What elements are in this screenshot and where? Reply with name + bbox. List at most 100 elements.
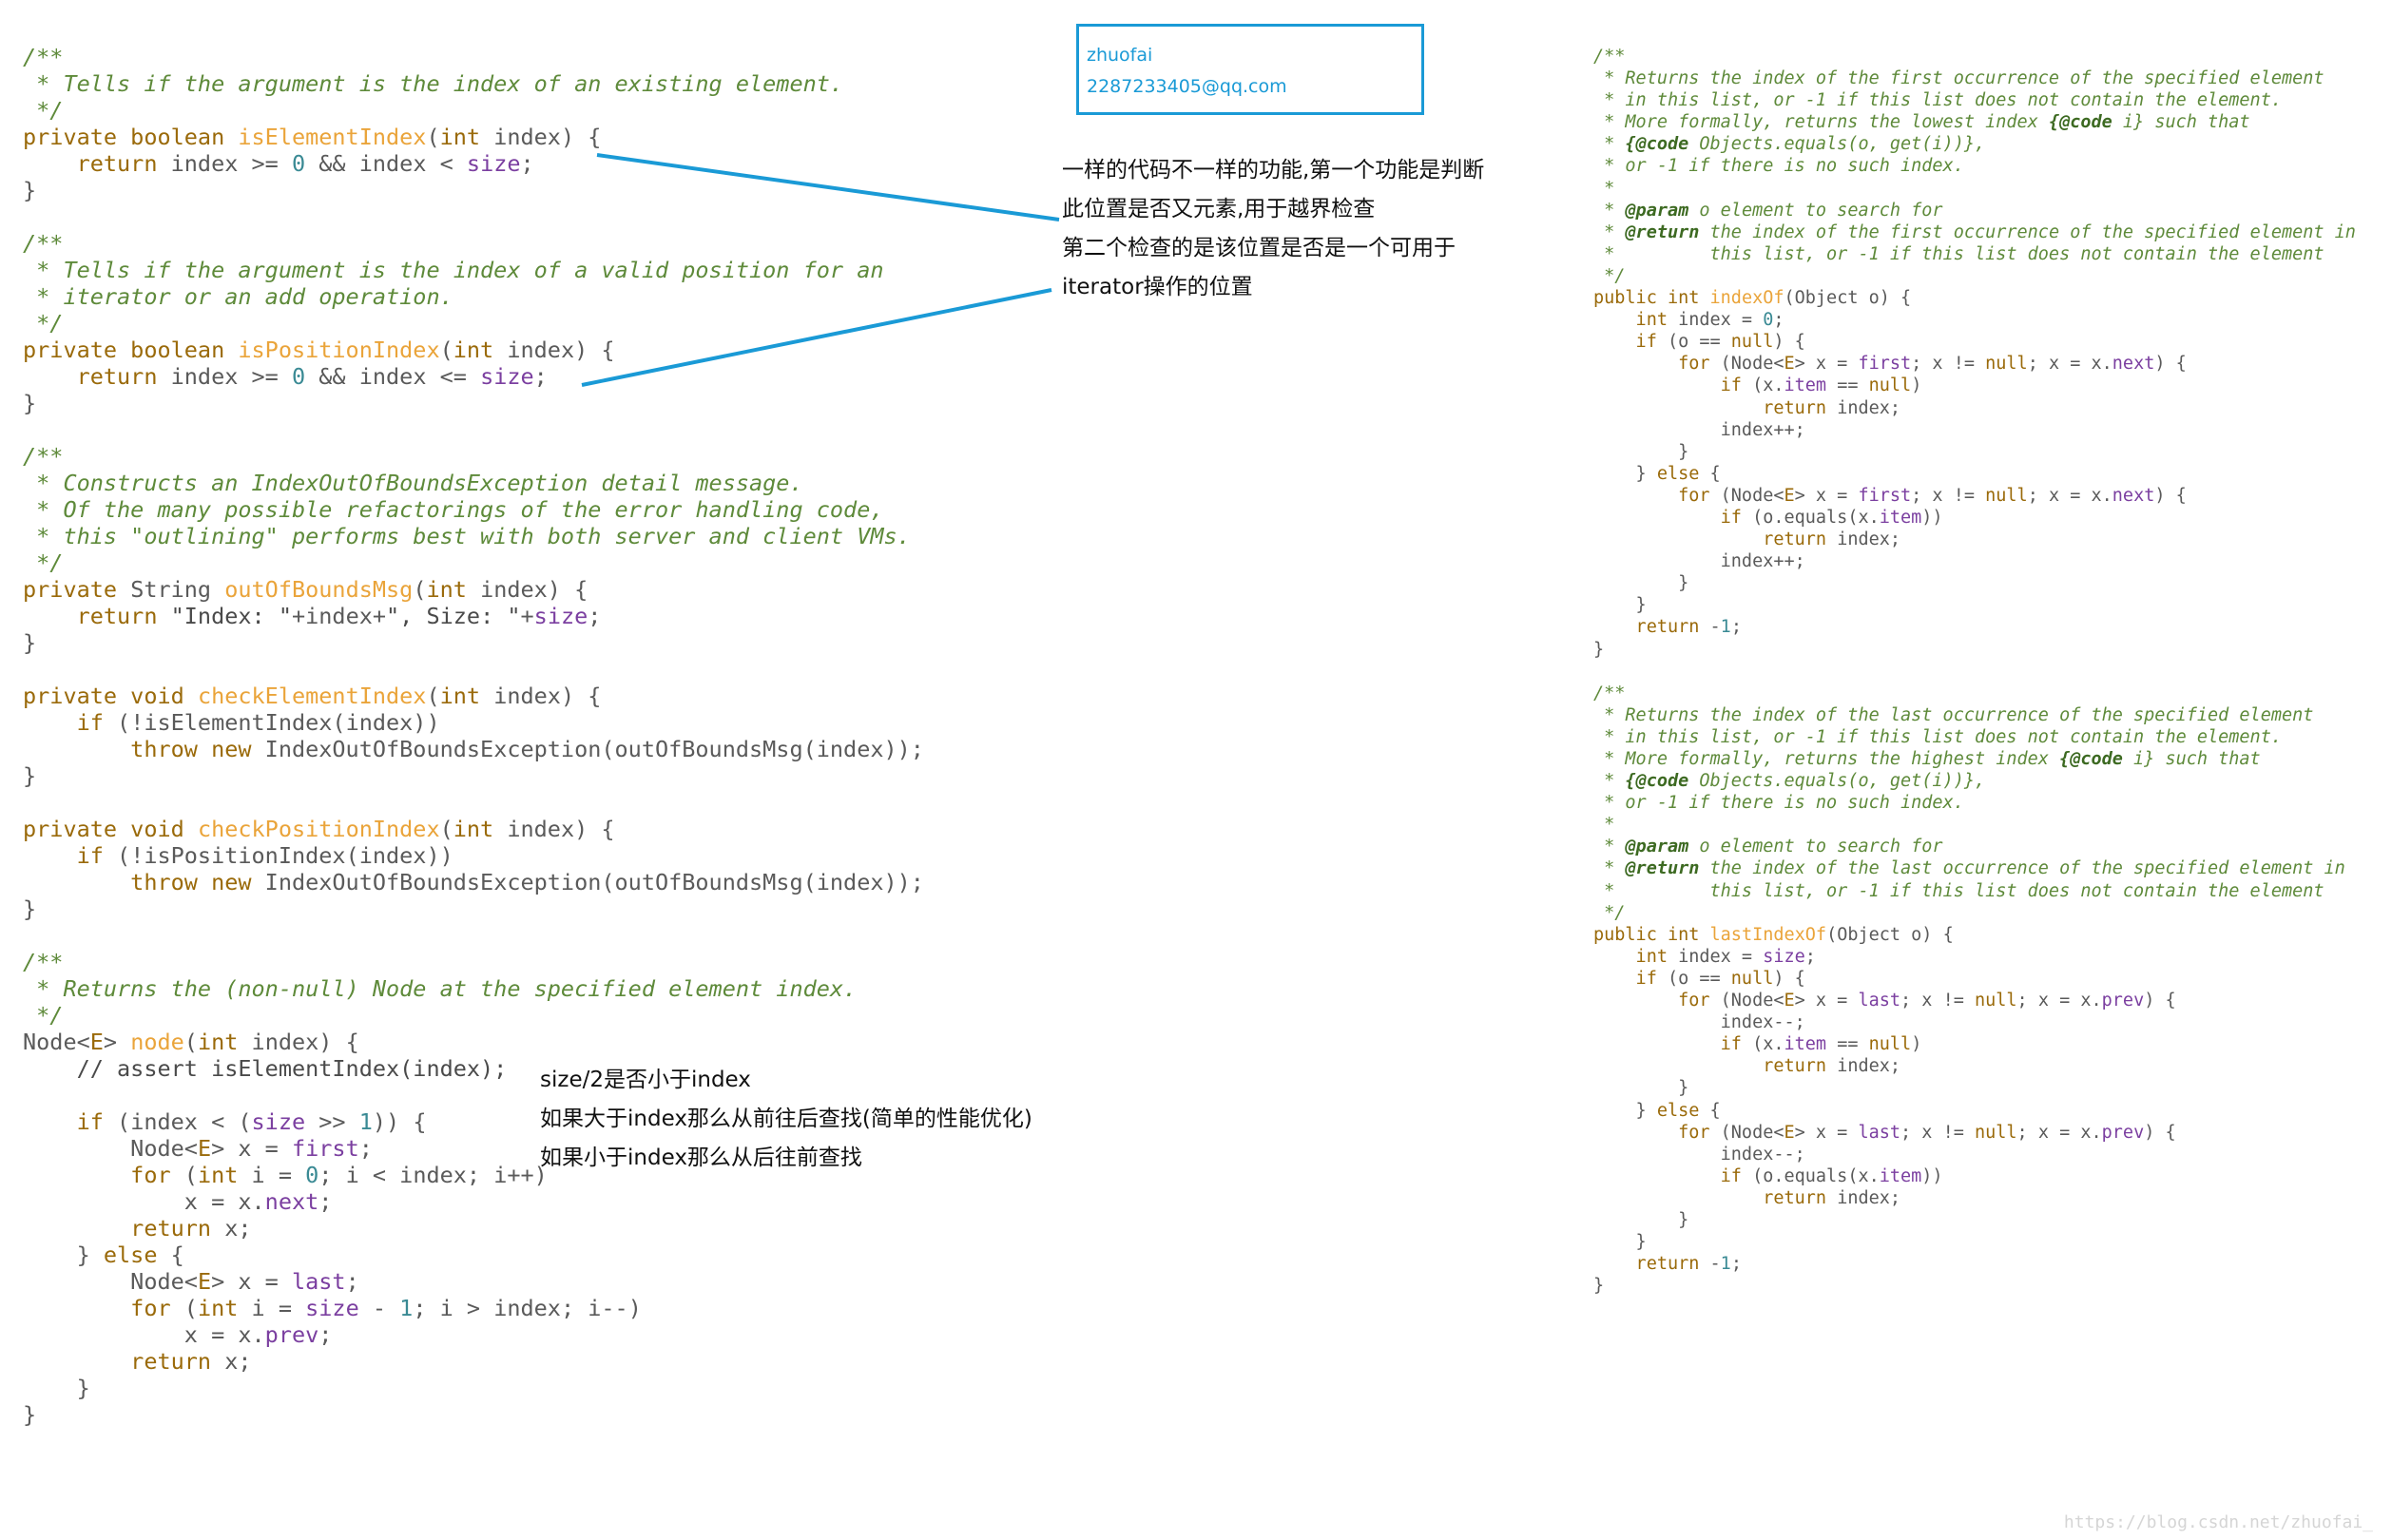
code-line: return index; [1593, 397, 2356, 419]
code-token: i} such that [2112, 112, 2250, 133]
code-token: /** [1593, 683, 1626, 703]
code-token: public int [1593, 288, 1710, 309]
code-token: x; [224, 1348, 252, 1375]
code-token: */ [23, 97, 64, 124]
code-token: x = x. [23, 1321, 265, 1348]
code-token: } [1593, 573, 1689, 594]
code-token: null [1868, 1034, 1912, 1055]
code-token: } [23, 177, 37, 203]
code-token: */ [23, 549, 64, 576]
code-token: size [480, 363, 534, 390]
code-token: * More formally, returns the lowest inde… [1593, 112, 2049, 133]
code-token: if [1593, 375, 1753, 396]
code-token: ( [439, 816, 453, 842]
code-line: return -1; [1593, 616, 2356, 638]
code-token: ; [1730, 1254, 1742, 1275]
code-line: return index >= 0 && index <= size; [23, 363, 924, 390]
code-token: ) [1911, 1034, 1922, 1055]
code-token: * Tells if the argument is the index of … [23, 70, 844, 97]
code-token: E [1784, 485, 1795, 506]
code-line: } [1593, 594, 2356, 616]
code-line: */ [23, 549, 924, 576]
annotation-line: iterator操作的位置 [1062, 275, 1253, 299]
code-token: int [1593, 310, 1679, 331]
code-token: size [1763, 946, 1805, 967]
code-token: null [1868, 375, 1912, 396]
code-line: * in this list, or -1 if this list does … [1593, 89, 2356, 111]
code-token: ) { [1773, 332, 1805, 353]
code-token: {@code [1625, 134, 1689, 155]
code-line: int index = size; [1593, 946, 2356, 968]
code-token: index; [1837, 1056, 1901, 1077]
code-token: * Returns the index of the last occurren… [1593, 704, 2314, 725]
code-line: index++; [1593, 419, 2356, 441]
code-token: prev [2101, 1122, 2145, 1143]
code-token: if [1593, 1165, 1753, 1186]
code-token: > x = [1794, 485, 1859, 506]
code-line: ​ [23, 416, 924, 443]
code-line: private boolean isElementIndex(int index… [23, 124, 924, 150]
code-token: { [1709, 463, 1721, 484]
code-line: } [1593, 639, 2356, 661]
code-token: E [197, 1268, 212, 1295]
code-line: x = x.prev; [23, 1321, 924, 1348]
code-line: if (o == null) { [1593, 331, 2356, 353]
code-token: > [103, 1029, 131, 1055]
code-line: * Of the many possible refactorings of t… [23, 496, 924, 523]
code-token: Objects.equals(o, get(i))}, [1688, 134, 1986, 155]
code-token: i = [251, 1295, 306, 1321]
code-line: * More formally, returns the highest ind… [1593, 748, 2356, 770]
code-token: next [2112, 485, 2155, 506]
code-token: 0 [305, 1162, 319, 1188]
code-token: (x. [1752, 1034, 1784, 1055]
code-token: if [23, 1108, 118, 1135]
code-line: for (Node<E> x = first; x != null; x = x… [1593, 485, 2356, 507]
code-token: (!isElementIndex(index)) [117, 709, 440, 736]
code-token: * this list, or -1 if this list does not… [1593, 880, 2324, 901]
code-token: * or -1 if there is no such index. [1593, 156, 1964, 177]
code-token: ( [183, 1162, 198, 1188]
code-token: if [1593, 507, 1753, 528]
code-token: int [453, 337, 508, 363]
code-token: ; i < index; i++) [318, 1162, 548, 1188]
code-token: if [1593, 332, 1668, 353]
code-token: null [1974, 1122, 2017, 1143]
code-token: (o.equals(x. [1752, 507, 1880, 528]
code-token: index) { [507, 337, 615, 363]
code-token: @param [1625, 200, 1689, 221]
code-line: private void checkPositionIndex(int inde… [23, 816, 924, 842]
code-line: * Constructs an IndexOutOfBoundsExceptio… [23, 470, 924, 496]
code-token: {@code [1625, 771, 1689, 792]
code-token: x = x. [23, 1188, 265, 1215]
code-token: return [23, 603, 171, 629]
code-token: + [520, 603, 534, 629]
code-token: if [23, 842, 118, 869]
code-panel-right: /** * Returns the index of the first occ… [1593, 46, 2356, 1297]
code-token: /** [23, 443, 64, 470]
code-token: /** [1593, 47, 1626, 67]
code-token: the index of the last occurrence of the … [1699, 858, 2345, 879]
code-token: private boolean [23, 124, 239, 150]
code-token: next [2112, 354, 2155, 375]
code-token: index; [1837, 397, 1901, 418]
code-line: if (o.equals(x.item)) [1593, 507, 2356, 529]
code-token: * Returns the (non-null) Node at the spe… [23, 975, 858, 1002]
code-token: index = [1678, 946, 1764, 967]
code-token: outOfBoundsMsg [224, 576, 414, 603]
code-line: if (x.item == null) [1593, 1033, 2356, 1055]
code-token: lastIndexOf [1709, 924, 1827, 945]
code-token: the index of the first occurrence of the… [1699, 221, 2356, 242]
code-line: } else { [1593, 463, 2356, 485]
code-line: } [23, 1401, 924, 1428]
code-token: ( [426, 124, 440, 150]
code-line: public int indexOf(Object o) { [1593, 287, 2356, 309]
code-token: - [1709, 1254, 1721, 1275]
code-token: (Object o) { [1784, 288, 1912, 309]
code-token: Node< [23, 1029, 90, 1055]
code-token: prev [264, 1321, 319, 1348]
code-token: return [1593, 529, 1838, 550]
code-token: * iterator or an add operation. [23, 283, 453, 310]
code-token: */ [23, 310, 64, 337]
code-line: for (Node<E> x = first; x != null; x = x… [1593, 353, 2356, 375]
code-token: * Tells if the argument is the index of … [23, 257, 884, 283]
